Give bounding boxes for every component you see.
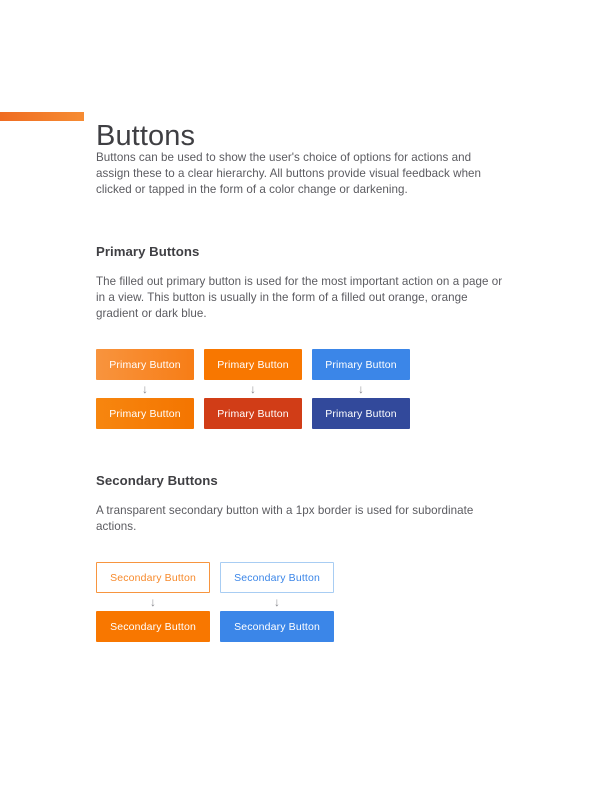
arrow-down-icon: ↓	[358, 382, 364, 396]
secondary-button-blue-outline[interactable]: Secondary Button	[220, 562, 334, 593]
primary-buttons-default-row: Primary Button Primary Button Primary Bu…	[96, 349, 508, 380]
arrow-down-icon: ↓	[150, 595, 156, 609]
primary-button-orange-gradient[interactable]: Primary Button	[96, 349, 194, 380]
arrow-down-icon: ↓	[274, 595, 280, 609]
arrow-down-icon: ↓	[250, 382, 256, 396]
secondary-state-arrows: ↓ ↓	[96, 593, 508, 611]
page-content: Buttons can be used to show the user's c…	[96, 150, 508, 642]
section-heading-primary: Primary Buttons	[96, 244, 200, 259]
secondary-button-blue-filled[interactable]: Secondary Button	[220, 611, 334, 642]
primary-button-blue-pressed[interactable]: Primary Button	[312, 398, 410, 429]
primary-button-orange-pressed[interactable]: Primary Button	[204, 398, 302, 429]
secondary-button-orange-outline[interactable]: Secondary Button	[96, 562, 210, 593]
primary-state-arrows: ↓ ↓ ↓	[96, 380, 508, 398]
section-heading-secondary: Secondary Buttons	[96, 473, 218, 488]
secondary-buttons-default-row: Secondary Button Secondary Button	[96, 562, 508, 593]
primary-button-orange-gradient-pressed[interactable]: Primary Button	[96, 398, 194, 429]
secondary-button-orange-filled[interactable]: Secondary Button	[96, 611, 210, 642]
buttons-style-guide-page: Buttons Buttons can be used to show the …	[0, 0, 612, 792]
accent-bar	[0, 112, 84, 121]
intro-paragraph: Buttons can be used to show the user's c…	[96, 151, 482, 196]
primary-buttons-pressed-row: Primary Button Primary Button Primary Bu…	[96, 398, 508, 429]
primary-button-orange[interactable]: Primary Button	[204, 349, 302, 380]
primary-button-blue[interactable]: Primary Button	[312, 349, 410, 380]
arrow-down-icon: ↓	[142, 382, 148, 396]
section-paragraph-secondary: A transparent secondary button with a 1p…	[96, 504, 474, 533]
section-paragraph-primary: The filled out primary button is used fo…	[96, 275, 503, 320]
secondary-buttons-pressed-row: Secondary Button Secondary Button	[96, 611, 508, 642]
